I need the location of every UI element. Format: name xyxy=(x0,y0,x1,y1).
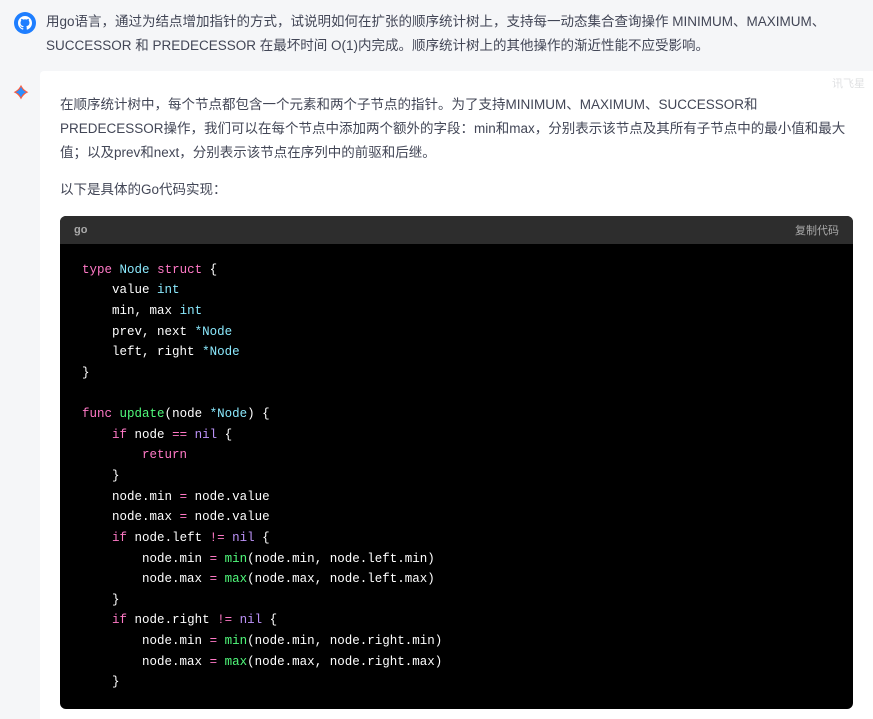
user-message: 用go语言，通过为结点增加指针的方式，试说明如何在扩张的顺序统计树上，支持每一动… xyxy=(0,0,873,71)
assistant-content: 在顺序统计树中，每个节点都包含一个元素和两个子节点的指针。为了支持MINIMUM… xyxy=(40,71,873,719)
assistant-paragraph-2: 以下是具体的Go代码实现： xyxy=(60,178,853,202)
code-block: go 复制代码 type Node struct { value int min… xyxy=(60,216,853,709)
code-body: type Node struct { value int min, max in… xyxy=(60,244,853,709)
assistant-message: 讯飞星 在顺序统计树中，每个节点都包含一个元素和两个子节点的指针。为了支持MIN… xyxy=(40,71,873,719)
github-icon xyxy=(18,16,32,30)
code-header: go 复制代码 xyxy=(60,216,853,244)
user-avatar xyxy=(14,12,36,34)
user-prompt-text: 用go语言，通过为结点增加指针的方式，试说明如何在扩张的顺序统计树上，支持每一动… xyxy=(46,10,859,57)
assistant-paragraph-1: 在顺序统计树中，每个节点都包含一个元素和两个子节点的指针。为了支持MINIMUM… xyxy=(60,93,853,164)
copy-code-button[interactable]: 复制代码 xyxy=(795,222,839,238)
spark-icon xyxy=(10,83,32,105)
code-language-label: go xyxy=(74,224,87,236)
assistant-avatar xyxy=(10,83,32,105)
watermark: 讯飞星 xyxy=(832,75,865,91)
